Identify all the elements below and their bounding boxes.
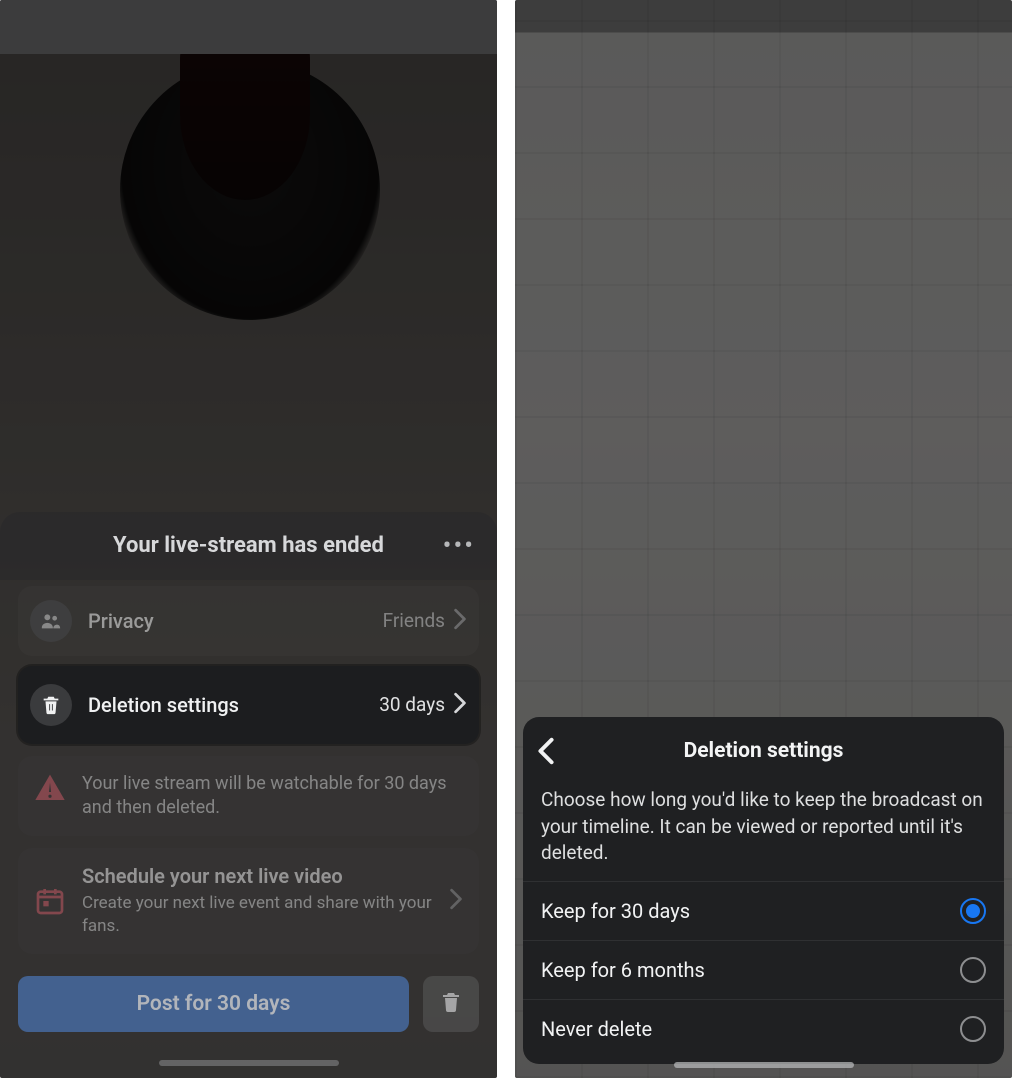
- chevron-right-icon: [449, 888, 463, 914]
- home-indicator[interactable]: [674, 1062, 854, 1068]
- end-stream-sheet: Your live-stream has ended ••• Privacy F…: [0, 512, 497, 1078]
- radio-selected-icon: [960, 898, 986, 924]
- bottom-action-bar: Post for 30 days: [18, 976, 479, 1032]
- sheet-header: Deletion settings: [523, 735, 1004, 781]
- post-button-label: Post for 30 days: [137, 992, 291, 1016]
- calendar-icon: [34, 885, 66, 917]
- schedule-title: Schedule your next live video: [82, 864, 433, 888]
- schedule-card[interactable]: Schedule your next live video Create you…: [18, 848, 479, 954]
- deletion-warning-card: Your live stream will be watchable for 3…: [18, 756, 479, 837]
- trash-icon: [30, 684, 72, 726]
- warning-icon: [34, 772, 66, 804]
- privacy-label: Privacy: [88, 609, 383, 633]
- trash-icon: [439, 990, 463, 1018]
- radio-unselected-icon: [960, 957, 986, 983]
- sheet-title: Deletion settings: [684, 739, 844, 763]
- friends-icon: [30, 600, 72, 642]
- schedule-subtitle: Create your next live event and share wi…: [82, 892, 433, 938]
- back-button[interactable]: [537, 737, 555, 769]
- deletion-settings-sheet: Deletion settings Choose how long you'd …: [523, 717, 1004, 1064]
- option-label: Keep for 30 days: [541, 899, 690, 923]
- sheet-description: Choose how long you'd like to keep the b…: [523, 781, 1004, 881]
- radio-unselected-icon: [960, 1016, 986, 1042]
- deletion-settings-row[interactable]: Deletion settings 30 days: [18, 666, 479, 744]
- post-button[interactable]: Post for 30 days: [18, 976, 409, 1032]
- deletion-value: 30 days: [379, 693, 445, 716]
- phone-screen-left: Your live-stream has ended ••• Privacy F…: [0, 0, 497, 1078]
- option-keep-30-days[interactable]: Keep for 30 days: [523, 881, 1004, 940]
- ellipsis-icon: •••: [443, 531, 475, 561]
- chevron-left-icon: [537, 737, 555, 765]
- warning-text: Your live stream will be watchable for 3…: [82, 772, 463, 821]
- phone-screen-right: Deletion settings Choose how long you'd …: [515, 0, 1012, 1078]
- option-never-delete[interactable]: Never delete: [523, 999, 1004, 1058]
- sheet-header: Your live-stream has ended •••: [0, 512, 497, 580]
- deletion-label: Deletion settings: [88, 693, 379, 717]
- option-label: Keep for 6 months: [541, 958, 705, 982]
- sheet-title: Your live-stream has ended: [113, 533, 384, 558]
- home-indicator[interactable]: [159, 1060, 339, 1066]
- privacy-value: Friends: [383, 609, 445, 632]
- more-options-button[interactable]: •••: [443, 531, 475, 561]
- option-keep-6-months[interactable]: Keep for 6 months: [523, 940, 1004, 999]
- privacy-row[interactable]: Privacy Friends: [18, 586, 479, 656]
- chevron-right-icon: [453, 692, 467, 718]
- option-label: Never delete: [541, 1017, 652, 1041]
- delete-button[interactable]: [423, 976, 479, 1032]
- chevron-right-icon: [453, 608, 467, 634]
